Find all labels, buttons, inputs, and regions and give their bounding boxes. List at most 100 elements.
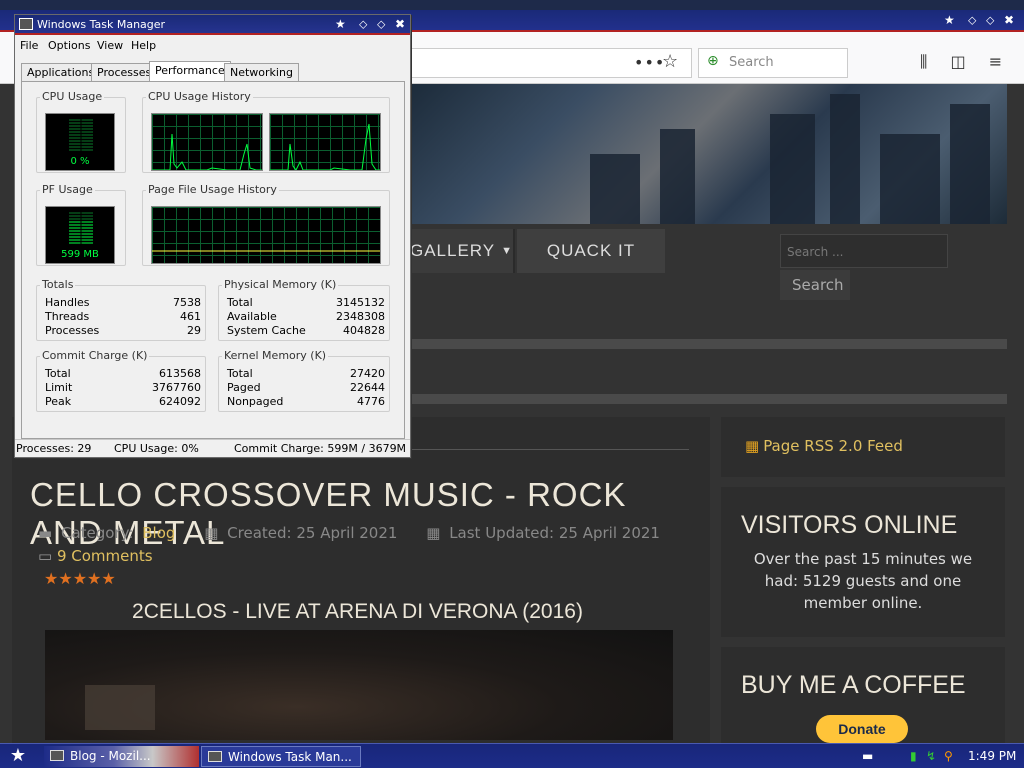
minimize-icon[interactable]: ⬦ — [359, 17, 367, 32]
physical-memory-group: Physical Memory (K) Total 3145132 Availab… — [218, 278, 390, 341]
search-placeholder: Search — [729, 55, 774, 70]
task-manager-titlebar[interactable]: Windows Task Manager ★ ⬦ ⬦ ✖ — [15, 15, 410, 35]
comments-count: 9 Comments — [56, 547, 153, 565]
kernel-paged-row: Paged 22644 — [227, 381, 385, 394]
menu-icon[interactable]: ≡ — [989, 52, 1002, 71]
cpu-history-graph-2 — [269, 113, 381, 171]
donate-button[interactable]: Donate — [816, 715, 908, 743]
handles-row: Handles 7538 — [45, 296, 201, 309]
browser-search-input[interactable]: ⊕ Search — [698, 48, 848, 78]
updated-date: Last Updated: 25 April 2021 — [449, 524, 660, 542]
calendar-icon: ▦ — [426, 524, 441, 542]
folder-icon: ▬ — [38, 524, 53, 542]
tab-performance[interactable]: Performance — [149, 61, 231, 81]
cpu-history-graph-1 — [151, 113, 263, 171]
coffee-title: BUY ME A COFFEE — [741, 671, 966, 699]
created-date: Created: 25 April 2021 — [227, 524, 398, 542]
menu-file[interactable]: File — [20, 39, 38, 52]
comments-link[interactable]: ▭ 9 Comments — [38, 547, 153, 565]
task-manager-statusbar: Processes: 29 CPU Usage: 0% Commit Charg… — [15, 439, 410, 457]
star-flag-icon: ★ — [944, 13, 955, 27]
menu-help[interactable]: Help — [131, 39, 156, 52]
search-icon[interactable]: ⚲ — [944, 749, 953, 763]
cpu-history-group: CPU Usage History — [142, 90, 390, 173]
site-search-button[interactable]: Search — [780, 270, 850, 300]
cpu-usage-label: CPU Usage — [40, 90, 105, 103]
visitors-online-box: VISITORS ONLINE Over the past 15 minutes… — [721, 487, 1005, 637]
commit-total-row: Total 613568 — [45, 367, 201, 380]
nav-quack-it[interactable]: QUACK IT — [517, 229, 665, 273]
clock[interactable]: 1:49 PM — [968, 749, 1016, 763]
rss-feed-link[interactable]: ▦ Page RSS 2.0 Feed — [721, 417, 1005, 477]
tab-processes[interactable]: Processes — [91, 63, 158, 81]
cpu-history-label: CPU Usage History — [146, 90, 253, 103]
update-icon[interactable]: ↯ — [926, 749, 936, 763]
maximize-icon[interactable]: ⬦ — [986, 13, 994, 28]
performance-panel: CPU Usage 0 % CPU Usage History PF Usage… — [21, 81, 405, 439]
divider — [410, 339, 1007, 349]
commit-peak-row: Peak 624092 — [45, 395, 201, 408]
browser-icon — [50, 750, 64, 761]
totals-group: Totals Handles 7538 Threads 461 Processes 2… — [36, 278, 206, 341]
kernel-memory-label: Kernel Memory (K) — [222, 349, 329, 362]
commit-charge-group: Commit Charge (K) Total 613568 Limit 37677… — [36, 349, 206, 412]
maximize-icon[interactable]: ⬦ — [377, 17, 385, 32]
task-manager-icon — [19, 18, 33, 30]
library-icon[interactable]: ⫼ — [920, 52, 927, 72]
rss-icon: ▦ — [745, 437, 760, 455]
page-actions-icon[interactable]: ••• — [634, 53, 665, 72]
site-search-input[interactable]: Search ... — [780, 234, 948, 268]
nav-gallery[interactable]: GALLERY ▼ — [410, 229, 515, 273]
calendar-icon: ▦ — [204, 524, 219, 542]
cpu-usage-meter: 0 % — [45, 113, 115, 171]
processes-row: Processes 29 — [45, 324, 201, 337]
video-embed[interactable] — [45, 630, 673, 740]
taskbar-item-task-manager[interactable]: Windows Task Man... — [201, 746, 361, 767]
tab-networking[interactable]: Networking — [224, 63, 299, 81]
system-tray: ▬ ▮ ↯ ⚲ 1:49 PM — [860, 746, 1024, 767]
kernel-memory-group: Kernel Memory (K) Total 27420 Paged 22644 … — [218, 349, 390, 412]
close-icon[interactable]: ✖ — [395, 17, 405, 31]
bookmark-star-icon[interactable]: ☆ — [662, 51, 678, 72]
pf-usage-group: PF Usage 599 MB — [36, 183, 126, 266]
commit-charge-label: Commit Charge (K) — [40, 349, 150, 362]
category-label: Category: — [60, 524, 134, 542]
nav-gallery-label: GALLERY — [410, 241, 496, 260]
status-commit: Commit Charge: 599M / 3679M — [234, 442, 407, 455]
close-icon[interactable]: ✖ — [1004, 13, 1014, 27]
start-star-icon[interactable]: ★ — [4, 745, 32, 767]
network-icon[interactable]: ▮ — [910, 749, 917, 763]
article-subtitle: 2CELLOS - LIVE AT ARENA DI VERONA (2016) — [132, 600, 583, 623]
url-bar[interactable]: ••• ☆ — [412, 48, 692, 78]
cpu-usage-value: 0 % — [70, 156, 90, 167]
pf-usage-meter: 599 MB — [45, 206, 115, 264]
buy-coffee-box: BUY ME A COFFEE Donate — [721, 647, 1005, 743]
physical-memory-label: Physical Memory (K) — [222, 278, 339, 291]
physical-total-row: Total 3145132 — [227, 296, 385, 309]
tab-applications[interactable]: Applications — [21, 63, 101, 81]
taskbar-item-browser[interactable]: Blog - Mozil... — [44, 746, 199, 767]
keyboard-icon[interactable]: ▬ — [862, 749, 873, 763]
minimize-icon[interactable]: ⬦ — [968, 13, 976, 28]
comment-icon: ▭ — [38, 547, 53, 565]
status-cpu: CPU Usage: 0% — [114, 442, 199, 455]
category-link[interactable]: Blog — [142, 524, 175, 542]
totals-label: Totals — [40, 278, 76, 291]
pf-usage-label: PF Usage — [40, 183, 95, 196]
task-manager-icon — [208, 751, 222, 762]
pf-history-group: Page File Usage History — [142, 183, 390, 266]
task-manager-menubar: File Options View Help — [15, 37, 410, 55]
sidebar-icon[interactable]: ◫ — [950, 52, 965, 71]
menu-view[interactable]: View — [97, 39, 123, 52]
commit-limit-row: Limit 3767760 — [45, 381, 201, 394]
task-manager-title: Windows Task Manager — [37, 18, 166, 31]
rss-label: Page RSS 2.0 Feed — [763, 437, 903, 455]
rating-stars[interactable]: ★★★★★ — [44, 569, 116, 588]
taskbar: ★ Blog - Mozil... Windows Task Man... ▬ … — [0, 743, 1024, 768]
task-manager-tabs: Applications Processes Performance Netwo… — [21, 61, 411, 81]
menu-options[interactable]: Options — [48, 39, 90, 52]
system-cache-row: System Cache 404828 — [227, 324, 385, 337]
pf-usage-value: 599 MB — [61, 249, 99, 260]
search-engine-icon: ⊕ — [707, 53, 719, 69]
kernel-total-row: Total 27420 — [227, 367, 385, 380]
